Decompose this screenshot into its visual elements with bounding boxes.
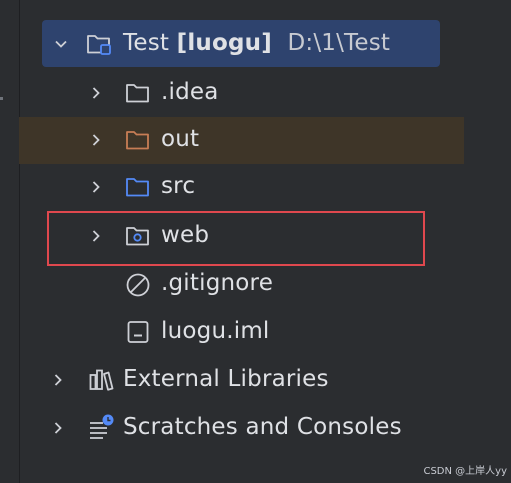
source-folder-icon [125, 174, 151, 200]
tree-item-src[interactable]: src [19, 164, 511, 211]
tree-item-gitignore[interactable]: .gitignore [19, 261, 511, 308]
tree-item-iml[interactable]: luogu.iml [19, 309, 511, 356]
folder-icon [125, 80, 151, 106]
chevron-right-icon[interactable] [51, 373, 65, 387]
tree-item-external-libraries[interactable]: External Libraries [19, 357, 511, 404]
project-name: Test [123, 30, 170, 56]
tree-item-label: out [161, 126, 200, 152]
ignored-file-icon [125, 272, 151, 298]
module-file-icon [125, 319, 151, 345]
tree-item-label: .idea [161, 79, 219, 105]
highlight-annotation-box [47, 211, 425, 266]
project-root-label: Test [luogu] D:\1\Test [123, 30, 390, 56]
project-path: D:\1\Test [287, 30, 391, 56]
tree-item-scratches[interactable]: Scratches and Consoles [19, 405, 511, 452]
stripe-marker [0, 97, 3, 100]
scratches-icon [88, 413, 114, 439]
chevron-right-icon[interactable] [89, 133, 103, 147]
library-icon [88, 367, 114, 393]
watermark: CSDN @上岸人yy [423, 466, 507, 477]
tree-item-label: External Libraries [123, 366, 329, 392]
chevron-right-icon[interactable] [51, 421, 65, 435]
tree-item-out[interactable]: out [19, 117, 464, 164]
project-tool-window: Test [luogu] D:\1\Test .idea out src web… [0, 0, 511, 483]
tree-item-label: Scratches and Consoles [123, 414, 402, 440]
tree-item-label: luogu.iml [161, 318, 270, 344]
tool-window-stripe [0, 0, 20, 483]
project-module: [luogu] [176, 30, 272, 56]
chevron-down-icon[interactable] [54, 37, 68, 51]
module-folder-icon [86, 31, 112, 57]
tree-item-idea[interactable]: .idea [19, 70, 511, 117]
tree-item-label: src [161, 173, 196, 199]
tree-item-project-root[interactable]: Test [luogu] D:\1\Test [42, 20, 440, 67]
tree-item-label: .gitignore [161, 270, 274, 296]
chevron-right-icon[interactable] [89, 180, 103, 194]
chevron-right-icon[interactable] [89, 86, 103, 100]
excluded-folder-icon [125, 127, 151, 153]
